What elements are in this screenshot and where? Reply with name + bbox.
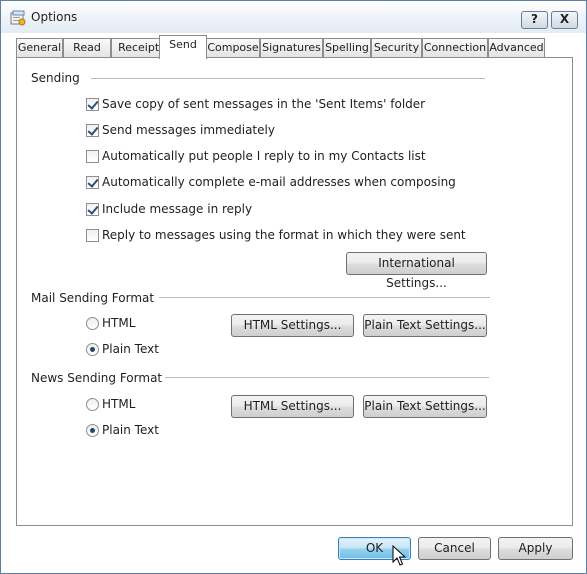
auto-complete-label: Automatically complete e-mail addresses … (102, 175, 456, 189)
send-immediately-checkbox[interactable] (86, 123, 99, 137)
news-format-divider (165, 377, 489, 378)
send-immediately-label: Send messages immediately (102, 123, 275, 137)
options-app-icon (10, 10, 26, 26)
include-message-label: Include message in reply (102, 202, 253, 216)
auto-contacts-label: Automatically put people I reply to in m… (102, 149, 426, 163)
tab-signatures[interactable]: Signatures (260, 38, 323, 58)
mail-format-divider (159, 297, 490, 298)
news-html-option[interactable]: HTML (86, 396, 135, 412)
mail-format-heading: Mail Sending Format (31, 291, 155, 305)
include-message-option[interactable]: Include message in reply (86, 201, 252, 217)
save-copy-label: Save copy of sent messages in the 'Sent … (102, 97, 426, 111)
news-html-radio[interactable] (86, 397, 99, 411)
options-dialog: Options ? X General Read Receipts Send C… (0, 0, 587, 574)
auto-contacts-checkbox[interactable] (86, 149, 99, 163)
news-html-settings-button[interactable]: HTML Settings... (231, 395, 354, 418)
reply-format-checkbox[interactable] (86, 228, 99, 242)
news-plain-settings-button[interactable]: Plain Text Settings... (363, 395, 487, 418)
mail-plain-option[interactable]: Plain Text (86, 341, 159, 357)
close-button[interactable]: X (551, 11, 578, 29)
dialog-title: Options (31, 10, 78, 24)
sending-divider (91, 78, 485, 79)
title-bar[interactable]: Options ? X (1, 1, 586, 33)
mouse-pointer-icon (392, 545, 406, 566)
close-icon: X (559, 12, 570, 26)
send-immediately-option[interactable]: Send messages immediately (86, 122, 275, 138)
auto-contacts-option[interactable]: Automatically put people I reply to in m… (86, 148, 426, 164)
save-copy-checkbox[interactable] (86, 97, 99, 111)
cancel-button[interactable]: Cancel (418, 537, 491, 560)
tab-compose[interactable]: Compose (206, 38, 260, 58)
news-plain-label: Plain Text (102, 423, 159, 437)
tab-spelling[interactable]: Spelling (323, 38, 371, 58)
international-settings-button[interactable]: International Settings... (346, 252, 487, 290)
mail-html-settings-button[interactable]: HTML Settings... (231, 314, 354, 337)
tab-connection[interactable]: Connection (422, 38, 488, 58)
help-icon: ? (531, 12, 538, 26)
news-format-heading: News Sending Format (31, 371, 163, 385)
auto-complete-option[interactable]: Automatically complete e-mail addresses … (86, 174, 456, 190)
news-html-label: HTML (102, 397, 136, 411)
auto-complete-checkbox[interactable] (86, 175, 99, 189)
mail-html-label: HTML (102, 316, 136, 330)
reply-format-option[interactable]: Reply to messages using the format in wh… (86, 227, 466, 243)
include-message-checkbox[interactable] (86, 202, 99, 216)
tab-general[interactable]: General (16, 38, 63, 58)
mail-html-option[interactable]: HTML (86, 315, 135, 331)
tab-send[interactable]: Send (159, 35, 207, 59)
tab-read[interactable]: Read (63, 38, 111, 58)
save-copy-option[interactable]: Save copy of sent messages in the 'Sent … (86, 96, 425, 112)
mail-plain-radio[interactable] (86, 342, 99, 356)
help-button[interactable]: ? (521, 11, 548, 29)
apply-button[interactable]: Apply (498, 537, 573, 560)
reply-format-label: Reply to messages using the format in wh… (102, 228, 466, 242)
news-plain-option[interactable]: Plain Text (86, 422, 159, 438)
news-plain-radio[interactable] (86, 423, 99, 437)
mail-plain-label: Plain Text (102, 342, 159, 356)
tab-advanced[interactable]: Advanced (488, 38, 545, 58)
tab-security[interactable]: Security (371, 38, 422, 58)
mail-plain-settings-button[interactable]: Plain Text Settings... (363, 314, 487, 337)
sending-heading: Sending (31, 71, 80, 85)
mail-html-radio[interactable] (86, 316, 99, 330)
